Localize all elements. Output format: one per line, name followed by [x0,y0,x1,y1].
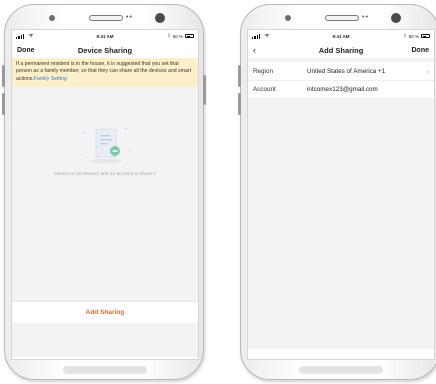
region-row[interactable]: Region United States of America +1 › [248,62,434,80]
front-camera [285,15,291,21]
empty-state: Device is not shared, add an account to … [12,87,198,302]
sensor-dots: •• [362,14,369,21]
family-setting-link[interactable]: Family Setting [34,76,67,82]
done-button[interactable]: Done [17,47,35,54]
power-button [203,75,206,105]
back-chevron-icon[interactable]: ‹ [253,45,256,55]
region-label: Region [253,67,273,75]
speaker-grille [89,15,123,21]
add-sharing-screen: ᯤ 9:41 AM ᛒ 60 % ‹ Add Sharing Done Regi… [247,29,435,360]
device-sharing-screen: ᯤ 9:41 AM ᛒ 60 % Done Device Sharing If … [11,29,199,360]
sharing-form: Region United States of America +1 › Acc… [248,58,434,349]
front-camera [49,15,55,21]
region-value: United States of America +1 [307,67,386,75]
home-indicator [299,366,383,374]
phone-frame-right: •• ᯤ 9:41 AM ᛒ 60 % ‹ Add Sharing Done R… [238,4,436,380]
empty-message: Device is not shared, add an account to … [54,172,156,178]
nav-bar: ‹ Add Sharing Done [248,42,434,58]
volume-button [238,65,241,87]
account-label: Account [253,86,276,93]
status-bar: ᯤ 9:41 AM ᛒ 60 % [248,30,434,42]
battery-icon [421,34,430,38]
empty-document-icon [81,128,131,164]
proximity-sensor [155,13,165,23]
volume-button [2,65,5,87]
account-row: Account intcomex123@gmail.com [248,80,434,98]
done-button[interactable]: Done [412,47,430,54]
add-sharing-button[interactable]: Add Sharing [12,301,198,324]
family-notice: If a permanent resident is in the house,… [12,58,198,88]
status-time: 9:41 AM [332,33,350,39]
home-indicator [63,366,147,374]
volume-button [2,93,5,115]
proximity-sensor [391,13,401,23]
speaker-grille [325,15,359,21]
status-time: 9:41 AM [96,33,114,39]
nav-bar: Done Device Sharing [12,42,198,58]
sensor-dots: •• [126,14,133,21]
battery-icon [185,34,194,38]
bottom-spacer [12,323,198,358]
chevron-right-icon: › [426,66,429,76]
phone-frame-left: •• ᯤ 9:41 AM ᛒ 60 % Done Device Sharing … [2,4,206,380]
account-input[interactable]: intcomex123@gmail.com [307,86,429,93]
volume-button [238,93,241,115]
page-title: Add Sharing [318,45,364,55]
status-bar: ᯤ 9:41 AM ᛒ 60 % [12,30,198,42]
page-title: Device Sharing [77,45,133,55]
